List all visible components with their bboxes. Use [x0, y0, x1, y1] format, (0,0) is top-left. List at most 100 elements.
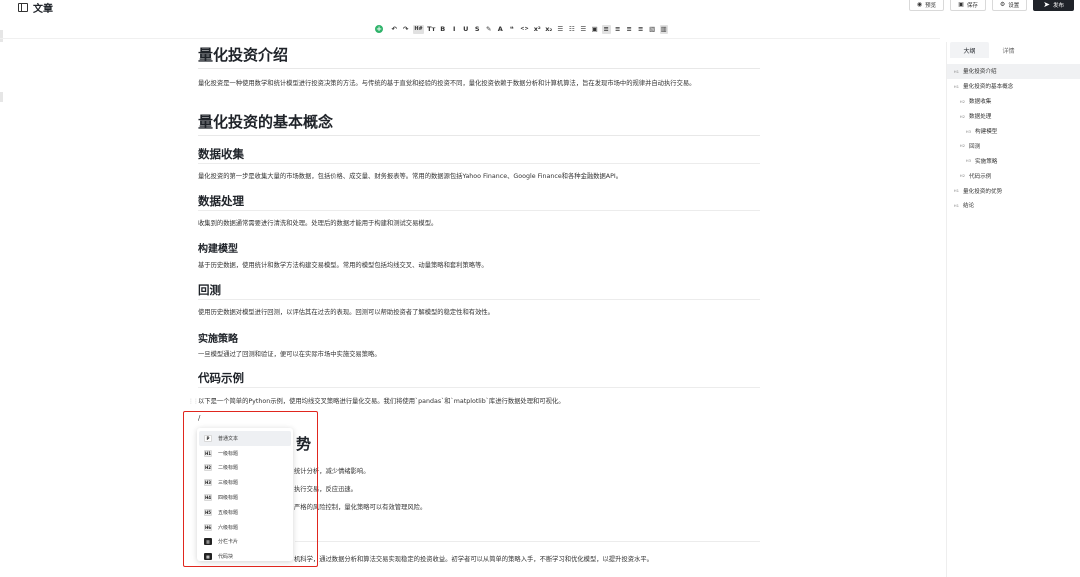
underline-icon[interactable]: U — [462, 25, 471, 34]
outline-level-badge: H2 — [959, 173, 965, 179]
gear-icon: ⚙ — [999, 1, 1006, 8]
send-icon: ➤ — [1043, 0, 1050, 9]
heading-2[interactable]: 回测 — [198, 282, 760, 300]
outline-item[interactable]: H1 量化投资介绍 — [947, 64, 1080, 79]
outline-item[interactable]: H3 实施策略 — [947, 153, 1080, 168]
outline-label: 回测 — [969, 143, 981, 150]
align-left-icon[interactable]: ≡ — [602, 24, 611, 34]
title-area: 文章 — [18, 0, 53, 15]
outline-label: 数据处理 — [969, 114, 992, 121]
outline-label: 构建模型 — [975, 129, 998, 135]
heading-3[interactable]: 构建模型 — [198, 240, 238, 255]
outline-level-badge: H1 — [953, 68, 959, 74]
bullet-list-icon[interactable]: ☰ — [556, 25, 565, 34]
eye-icon: ◉ — [916, 1, 923, 8]
outline-level-badge: H1 — [953, 83, 959, 89]
font-size-icon[interactable]: Tт — [427, 25, 436, 34]
gear-button[interactable]: ⚙ 设置 — [991, 0, 1028, 11]
heading-icon[interactable]: H# — [413, 24, 424, 34]
outline-level-badge: H2 — [959, 113, 965, 119]
outline-level-badge: H3 — [965, 128, 971, 134]
outline-label: 结论 — [963, 203, 975, 210]
outline-label: 量化投资的优势 — [963, 188, 1003, 195]
button-label: 预览 — [925, 2, 937, 9]
format-toolbar: + ↶ ↷ H# Tт B I U S ✎ A ❝ <> x² x₂ ☰ ☷ ☰ ▣ ≡ ≡ ≡ ≡ ▧ ▥ — [375, 23, 668, 35]
heading-3[interactable]: 实施策略 — [198, 330, 238, 345]
paragraph[interactable]: 以下是一个简单的Python示例，使用均线交叉策略进行量化交易。我们将使用`pa… — [198, 397, 760, 407]
panel-tabs: 大纲 详情 — [950, 42, 1080, 58]
button-label: 保存 — [966, 2, 978, 9]
heading-2[interactable]: 数据收集 — [198, 146, 760, 164]
outline-level-badge: H1 — [953, 202, 959, 208]
subscript-icon[interactable]: x₂ — [545, 25, 554, 34]
button-label: 设置 — [1008, 2, 1020, 9]
block-icon[interactable]: ▣ — [591, 25, 600, 34]
heading-1[interactable]: 量化投资的基本概念 — [198, 111, 760, 136]
quote-icon[interactable]: ❝ — [508, 25, 517, 34]
ordered-list-icon[interactable]: ☷ — [568, 25, 577, 34]
highlight-box — [183, 411, 318, 567]
paragraph[interactable]: 一旦模型通过了回测和验证，便可以在实际市场中实施交易策略。 — [198, 350, 760, 360]
outline-item[interactable]: H1 量化投资的优势 — [947, 183, 1080, 198]
outline-list: H1 量化投资介绍 H1 量化投资的基本概念 H2 数据收集 H2 数据处理 H3 构建模型 H2 回… — [947, 64, 1080, 213]
undo-icon[interactable]: ↶ — [390, 25, 399, 34]
send-button[interactable]: ➤ 发布 — [1033, 0, 1074, 11]
paragraph[interactable]: 收集到的数据通常需要进行清洗和处理。处理后的数据才能用于构建和测试交易模型。 — [198, 219, 760, 229]
code-icon[interactable]: <> — [519, 25, 530, 34]
superscript-icon[interactable]: x² — [533, 25, 542, 34]
highlight-icon[interactable]: ✎ — [485, 25, 494, 34]
drag-handle-icon[interactable]: ⋮⋮ — [188, 398, 199, 405]
button-label: 发布 — [1052, 2, 1064, 9]
eye-button[interactable]: ◉ 预览 — [908, 0, 945, 11]
header-actions: ◉ 预览 ▣ 保存 ⚙ 设置 ➤ 发布 — [908, 0, 1074, 11]
outline-item[interactable]: H1 量化投资的基本概念 — [947, 79, 1080, 94]
insert-plus-icon[interactable]: + — [375, 25, 383, 33]
align-right-icon[interactable]: ≡ — [625, 25, 634, 34]
outline-label: 实施策略 — [975, 158, 998, 165]
italic-icon[interactable]: I — [450, 25, 459, 34]
outline-level-badge: H3 — [965, 158, 971, 164]
outline-item[interactable]: H1 结论 — [947, 198, 1080, 213]
paragraph[interactable]: 使用历史数据对模型进行回测，以评估其在过去的表现。回测可以帮助投资者了解模型的稳… — [198, 308, 760, 318]
outline-item[interactable]: H2 数据处理 — [947, 109, 1080, 124]
page-title: 文章 — [33, 4, 53, 15]
outline-label: 数据收集 — [969, 99, 992, 106]
align-center-icon[interactable]: ≡ — [614, 25, 623, 34]
toolbar-divider — [0, 38, 940, 39]
outline-label: 量化投资的基本概念 — [963, 84, 1014, 91]
preview-icon[interactable]: ▧ — [648, 25, 657, 34]
paragraph[interactable]: 基于历史数据，使用统计和数学方法构建交易模型。常用的模型包括均线交叉、动量策略和… — [198, 261, 760, 271]
tab-outline[interactable]: 大纲 — [950, 42, 989, 58]
left-edge-tab[interactable] — [0, 92, 3, 102]
top-bar: 文章 ◉ 预览 ▣ 保存 ⚙ 设置 ➤ 发布 — [0, 0, 1080, 15]
heading-divider — [295, 541, 760, 542]
heading-1[interactable]: 量化投资介绍 — [198, 44, 760, 69]
outline-item[interactable]: H2 回测 — [947, 138, 1080, 153]
paragraph[interactable]: 量化投资是一种使用数学和统计模型进行投资决策的方法。与传统的基于直觉和经验的投资… — [198, 79, 760, 89]
heading-2[interactable]: 数据处理 — [198, 193, 760, 211]
paragraph[interactable]: 量化投资的第一步是收集大量的市场数据，包括价格、成交量、财务报表等。常用的数据源… — [198, 172, 760, 182]
heading-2[interactable]: 代码示例 — [198, 370, 760, 388]
strikethrough-icon[interactable]: S — [473, 25, 482, 34]
font-color-icon[interactable]: A — [496, 25, 505, 34]
redo-icon[interactable]: ↷ — [402, 25, 411, 34]
sidebar-toggle-icon[interactable] — [18, 3, 28, 12]
split-view-icon[interactable]: ▥ — [659, 24, 668, 34]
bold-icon[interactable]: B — [439, 25, 448, 34]
tab-details[interactable]: 详情 — [989, 42, 1028, 58]
outline-item[interactable]: H2 数据收集 — [947, 94, 1080, 109]
outline-level-badge: H1 — [953, 188, 959, 194]
outline-item[interactable]: H2 代码示例 — [947, 168, 1080, 183]
save-button[interactable]: ▣ 保存 — [950, 0, 986, 11]
outline-item[interactable]: H3 构建模型 — [947, 124, 1080, 139]
align-justify-icon[interactable]: ≡ — [637, 25, 646, 34]
save-icon: ▣ — [958, 1, 964, 8]
outline-level-badge: H2 — [959, 98, 965, 104]
task-list-icon[interactable]: ☰ — [579, 25, 588, 34]
outline-label: 量化投资介绍 — [963, 69, 997, 76]
left-edge-tab[interactable] — [0, 30, 3, 42]
outline-panel: 大纲 详情 H1 量化投资介绍 H1 量化投资的基本概念 H2 数据收集 H2 数据处理 H3 构建… — [946, 42, 1080, 577]
outline-label: 代码示例 — [969, 173, 992, 180]
outline-level-badge: H2 — [959, 143, 965, 149]
paragraph-partial[interactable]: 机科学，通过数据分析和算法交易实现稳定的投资收益。初学者可以从简单的策略入手，不… — [294, 554, 653, 563]
